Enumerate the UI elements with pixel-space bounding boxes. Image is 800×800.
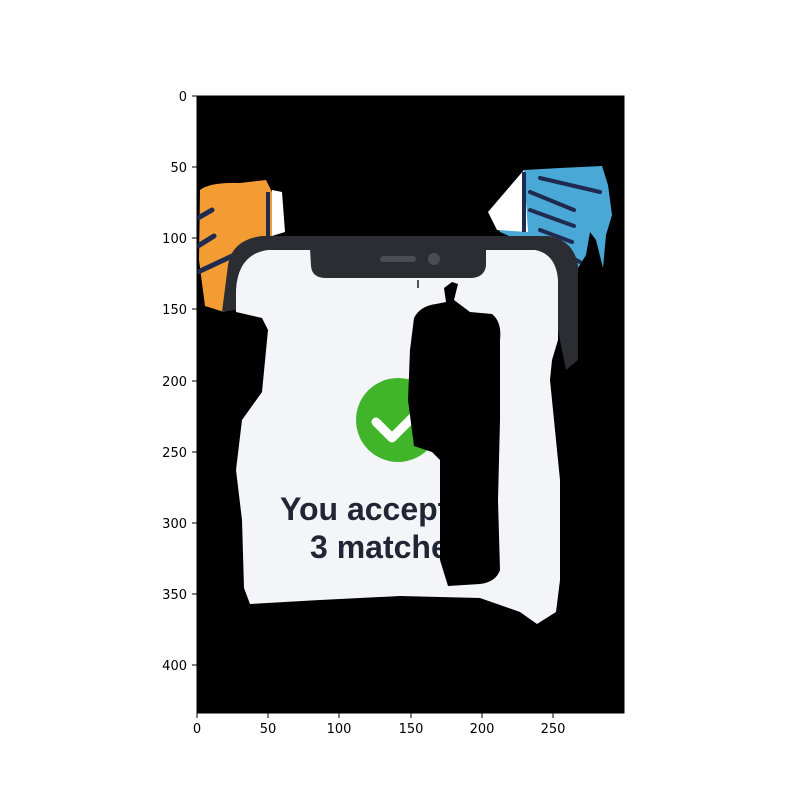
- x-tick-label: 0: [193, 722, 201, 737]
- y-tick-label: 300: [162, 517, 187, 532]
- x-tick-label: 50: [260, 722, 277, 737]
- x-tick-label: 150: [399, 722, 424, 737]
- image-area: You accepted 3 matches: [197, 96, 624, 713]
- y-tick-label: 0: [179, 90, 187, 105]
- x-axis: 0 50 100 150 200 250: [193, 713, 566, 737]
- y-axis: 0 50 100 150 200 250 300 350 400: [162, 90, 197, 674]
- y-tick-label: 350: [162, 588, 187, 603]
- x-tick-label: 100: [327, 722, 352, 737]
- y-tick-label: 50: [170, 161, 187, 176]
- x-tick-label: 200: [470, 722, 495, 737]
- x-tick-label: 250: [541, 722, 566, 737]
- y-tick-label: 150: [162, 303, 187, 318]
- y-tick-label: 250: [162, 446, 187, 461]
- y-tick-label: 200: [162, 375, 187, 390]
- y-tick-label: 400: [162, 659, 187, 674]
- y-tick-label: 100: [162, 232, 187, 247]
- phone-notch: [310, 248, 486, 278]
- figure: You accepted 3 matches 0 50 100 150 200 …: [162, 90, 625, 737]
